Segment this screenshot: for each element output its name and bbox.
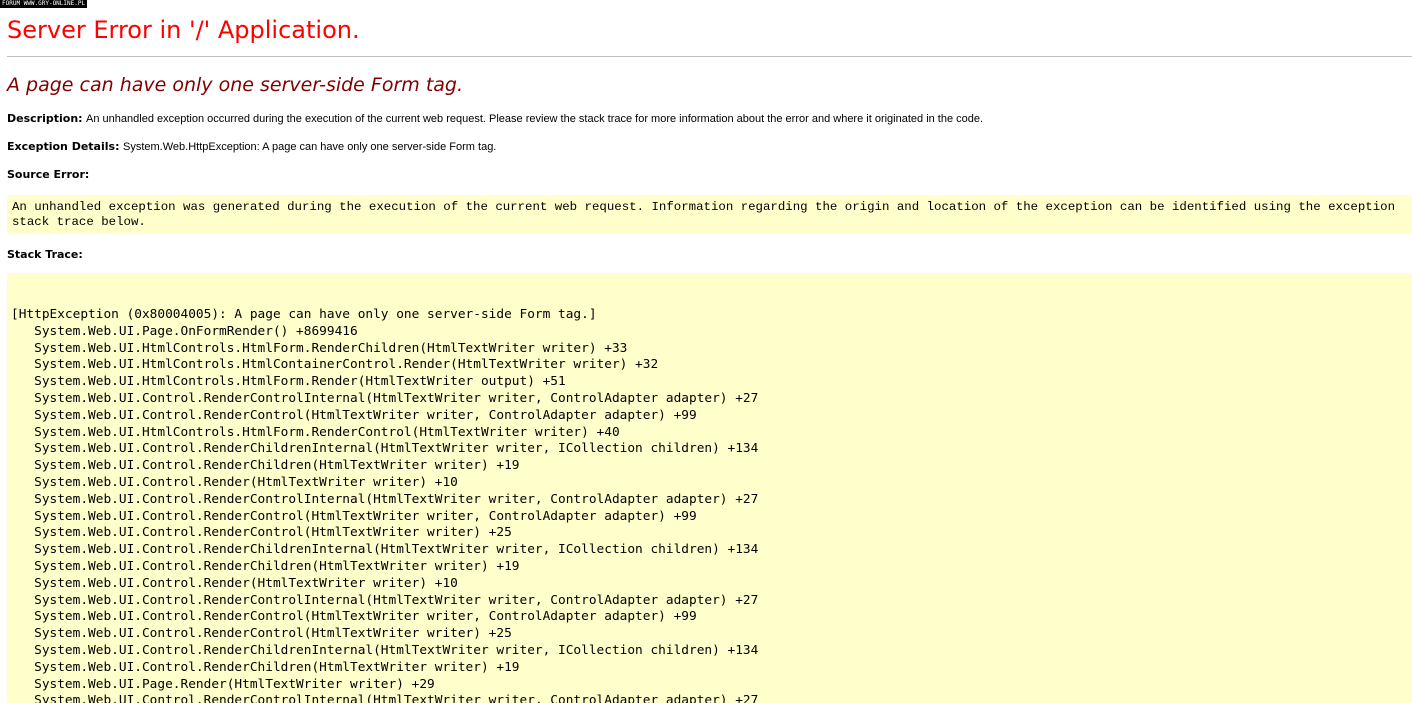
stack-trace-line: System.Web.UI.Page.OnFormRender() +86994…: [11, 323, 358, 339]
stack-trace-line: System.Web.UI.Control.RenderChildrenInte…: [11, 642, 759, 658]
stack-trace-line: System.Web.UI.Control.Render(HtmlTextWri…: [11, 474, 458, 490]
stack-trace-text: [HttpException (0x80004005): A page can …: [11, 307, 1408, 703]
stack-trace-line: System.Web.UI.Control.RenderControlInter…: [11, 491, 759, 507]
stack-trace-label: Stack Trace:: [7, 248, 83, 261]
stack-trace-line: System.Web.UI.HtmlControls.HtmlForm.Rend…: [11, 424, 620, 440]
stack-trace-heading: Stack Trace:: [7, 248, 83, 262]
stack-trace-line: System.Web.UI.Control.RenderControl(Html…: [11, 609, 697, 625]
stack-trace-line: System.Web.UI.Control.RenderControlInter…: [11, 693, 759, 703]
stack-trace-line: System.Web.UI.Control.RenderChildrenInte…: [11, 542, 759, 558]
stack-trace-line: System.Web.UI.HtmlControls.HtmlForm.Rend…: [11, 340, 628, 356]
stack-trace-line: [HttpException (0x80004005): A page can …: [11, 307, 597, 322]
stack-trace-line: System.Web.UI.Control.RenderChildren(Htm…: [11, 659, 520, 675]
exception-details-label: Exception Details:: [7, 140, 120, 153]
stack-trace-line: System.Web.UI.Control.RenderControlInter…: [11, 390, 759, 406]
watermark-text: FORUM WWW.GRY-ONLINE.PL: [0, 0, 88, 8]
error-message: A page can have only one server-side For…: [7, 74, 464, 96]
exception-details-line: Exception Details: System.Web.HttpExcept…: [7, 140, 496, 154]
stack-trace-line: System.Web.UI.HtmlControls.HtmlForm.Rend…: [11, 374, 566, 390]
source-error-heading: Source Error:: [7, 168, 89, 182]
stack-trace-line: System.Web.UI.Control.RenderChildrenInte…: [11, 441, 759, 457]
stack-trace-line: System.Web.UI.Control.RenderControl(Html…: [11, 508, 697, 524]
stack-trace-line: System.Web.UI.HtmlControls.HtmlContainer…: [11, 357, 659, 373]
stack-trace-line: System.Web.UI.Control.Render(HtmlTextWri…: [11, 575, 458, 591]
stack-trace-line: System.Web.UI.Control.RenderControl(Html…: [11, 525, 512, 541]
stack-trace-box: [HttpException (0x80004005): A page can …: [7, 273, 1412, 703]
exception-details-text: System.Web.HttpException: A page can hav…: [122, 141, 497, 153]
source-error-box: An unhandled exception was generated dur…: [7, 195, 1412, 234]
description-line: Description: An unhandled exception occu…: [7, 112, 983, 126]
stack-trace-line: System.Web.UI.Control.RenderControlInter…: [11, 592, 759, 608]
stack-trace-line: System.Web.UI.Page.Render(HtmlTextWriter…: [11, 676, 435, 692]
description-label: Description:: [7, 112, 83, 125]
stack-trace-line: System.Web.UI.Control.RenderControl(Html…: [11, 407, 697, 423]
stack-trace-line: System.Web.UI.Control.RenderChildren(Htm…: [11, 458, 520, 474]
title-divider: [7, 56, 1412, 57]
description-text: An unhandled exception occurred during t…: [86, 113, 984, 125]
page-title: Server Error in '/' Application.: [7, 16, 360, 44]
source-error-label: Source Error:: [7, 168, 90, 181]
stack-trace-line: System.Web.UI.Control.RenderChildren(Htm…: [11, 558, 520, 574]
stack-trace-line: System.Web.UI.Control.RenderControl(Html…: [11, 626, 512, 642]
